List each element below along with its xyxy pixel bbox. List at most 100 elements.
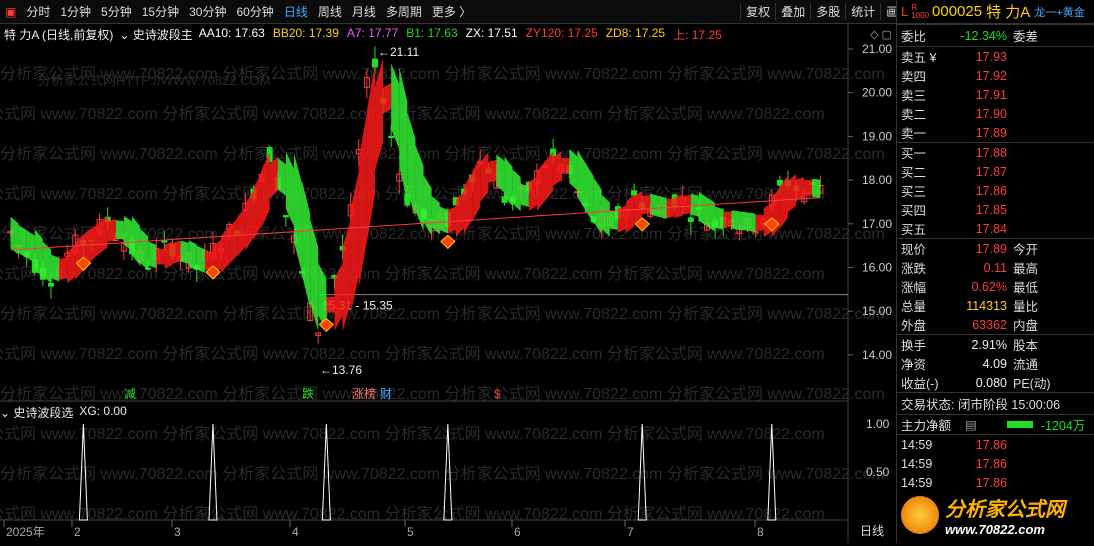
band-segment [115,220,124,240]
high-label: ←21.11 [378,45,419,59]
tab-period-2[interactable]: 5分钟 [96,3,137,20]
list-icon[interactable]: ▤ [965,417,977,432]
bid-book: 买一 17.88 买二 17.87 买三 17.86 买四 17.85 买五 17.84 [897,142,1094,238]
band-segment [739,211,748,231]
band-segment [358,112,367,289]
band-segment [520,183,529,207]
bid-price: 17.85 [975,202,1007,217]
quote-stats: 现价 17.89 今开 涨跌 0.11 最高 涨幅 0.62% 最低 总量 114313 量比 外盘 63… [897,238,1094,334]
bid-label: 买二 [901,166,927,180]
toolbar-button-2[interactable]: 多股 [810,3,845,20]
chart-title: 特 力A (日线,前复权) [4,28,114,42]
stock-tag[interactable]: 龙一+黄金 [1034,4,1084,20]
band-segment [617,205,627,233]
tab-period-7[interactable]: 周线 [313,3,347,20]
band-segment [755,214,764,231]
ask-price: 17.89 [975,125,1007,140]
candle-body [161,240,168,243]
quote-stats-2: 换手 2.91% 股本 净资 4.09 流通 收益(-) 0.080 PE(动) [897,334,1094,392]
price-tick: 18.00 [862,173,892,187]
legend-item-7: 上: 17.25 [673,28,722,42]
ask-label: 卖一 [901,127,927,141]
tab-period-8[interactable]: 月线 [347,3,381,20]
stat-label: 涨幅 [901,281,927,295]
tick-row-0: 14:59 17.86 [897,435,1094,454]
band-segment [626,194,635,233]
bid-price: 17.88 [975,145,1007,160]
watermark-row: 分析家公式网 www.70822.com 分析家公式网 www.70822.co… [0,345,825,363]
order-ratio-row: 委比 -12.34% 委差 [897,24,1094,46]
tab-period-10[interactable]: 更多 〉 [427,3,476,20]
toolbar-button-0[interactable]: 复权 [740,3,775,20]
stat-row-3: 总量 114313 量比 [897,296,1094,315]
candle-body [388,135,395,139]
band-segment [67,245,76,284]
bid-label: 买五 [901,223,927,237]
price-tick: 20.00 [862,86,892,100]
low-label: ←13.76 [320,363,362,377]
tab-period-3[interactable]: 15分钟 [137,3,184,20]
band-segment [464,172,473,234]
tab-period-4[interactable]: 30分钟 [184,3,231,20]
sub-indicator-name[interactable]: ⌄ 史诗波段选 [0,404,73,421]
band-segment [131,216,141,266]
stat-value: 0.11 [983,260,1007,275]
stock-name: 特 力A [986,4,1031,21]
date-tick: 5 [407,525,414,539]
band-segment [164,241,173,269]
stock-code: 000025 [932,3,983,20]
band-segment [156,248,165,265]
chart-options-icons[interactable]: ◇ ▢ [870,28,892,41]
price-tick: 19.00 [862,129,892,143]
legend-item-5: ZY120: 17.25 [525,26,598,40]
tab-period-9[interactable]: 多周期 [381,3,427,20]
toolbar-button-3[interactable]: 统计 [845,3,880,20]
window-icon[interactable]: ▣ [0,5,21,19]
band-segment [585,163,594,224]
legend-item-6: ZD8: 17.25 [605,26,666,40]
band-segment [237,207,246,257]
toolbar-button-1[interactable]: 叠加 [775,3,810,20]
date-tick: 7 [627,525,634,539]
band-segment [277,157,286,196]
tab-period-6[interactable]: 日线 [279,3,313,20]
date-tick: 6 [514,525,521,539]
date-tick: 2025年 [6,525,45,539]
net-flow-bar [1006,421,1033,428]
bid-label: 买一 [901,147,927,161]
bid-price: 17.86 [975,183,1007,198]
price-tick: 17.00 [862,217,892,231]
kline-chart[interactable]: 分析家公式网 www.70822.com 分析家公式网 www.70822.co… [0,24,894,543]
band-segment [99,215,108,254]
price-tick: 16.00 [862,261,892,275]
tab-period-0[interactable]: 分时 [21,3,55,20]
price-tick: 15.00 [862,304,892,318]
ask-label: 卖二 [901,108,927,122]
tab-period-1[interactable]: 1分钟 [55,3,96,20]
stat2-row-1: 净资 4.09 流通 [897,354,1094,373]
band-segment [715,206,724,230]
period-label[interactable]: 日线 [860,522,884,539]
indicator-name[interactable]: ⌄ 史诗波段主 [119,26,192,43]
stat2-label: 收益(-) [901,377,939,391]
watermark-row: 分析家公式网 www.70822.com 分析家公式网 www.70822.co… [0,305,885,323]
watermark-row: 分析家公式网 www.70822.com 分析家公式网 www.70822.co… [0,265,825,283]
bid-row-2: 买三 17.86 [897,181,1094,200]
net-value: -1204万 [1040,419,1086,433]
band-segment [18,225,27,259]
stat-value: 17.89 [975,241,1007,256]
bid-row-1: 买二 17.87 [897,162,1094,181]
band-segment [650,193,659,217]
ratio-value: -12.34% [960,28,1007,43]
band-segment [59,257,68,281]
band-segment [172,240,181,264]
candle-body [282,215,289,218]
band-segment [642,194,651,215]
stat2-value: 0.080 [975,375,1007,390]
tab-period-5[interactable]: 60分钟 [231,3,278,20]
event-marker: 减 [124,387,136,401]
band-segment [812,178,821,199]
kline-chart-area[interactable]: 分析家公式网 www.70822.com 分析家公式网 www.70822.co… [0,24,894,543]
logo-text: 分析家公式网 [945,498,1065,521]
legend-item-4: ZX: 17.51 [465,26,518,40]
